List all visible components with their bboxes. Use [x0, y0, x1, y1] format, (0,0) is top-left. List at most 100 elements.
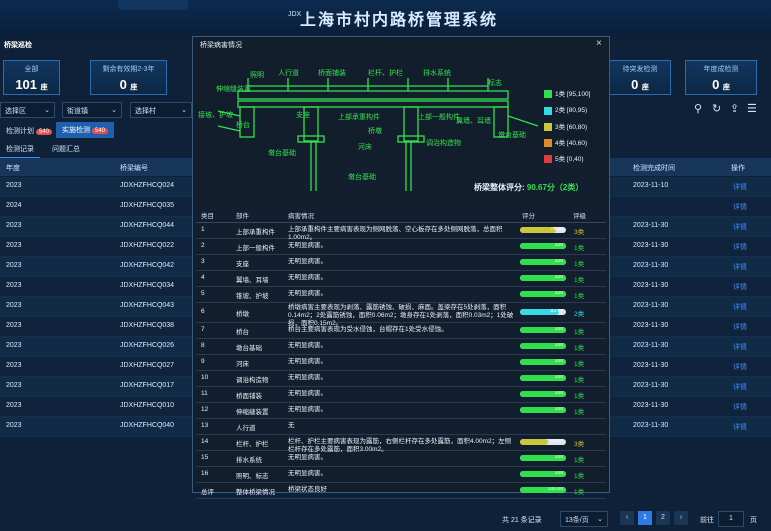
detail-link[interactable]: 详情 [733, 382, 747, 392]
row-grade: 1类 [574, 473, 585, 480]
cell-date: 2023-11-30 [633, 282, 669, 289]
chevron-down-icon: ⌄ [111, 107, 117, 114]
tab-plan[interactable]: 检测计划 540 [0, 123, 58, 139]
detail-link[interactable]: 详情 [733, 422, 747, 432]
diagram-label: 支座 [296, 111, 310, 119]
row-part: 锥坡、护坡 [236, 293, 269, 300]
next-page-button[interactable]: › [674, 511, 688, 525]
score-bar-label: 100 [554, 455, 563, 460]
diagram-label: 桥墩 [368, 127, 382, 135]
score-bar: 78.26 [520, 227, 566, 233]
legend-item: 2类 [80,95) [544, 104, 590, 115]
score-bar-label: 100 [554, 275, 563, 280]
score-bar-label: 61.04 [550, 439, 563, 444]
score-bar-label: 78.26 [550, 227, 563, 232]
row-grade: 2类 [574, 311, 585, 318]
defect-row: 7 桥台 桥台主要病害表现为受水侵蚀，台帽存在1处受水侵蚀。 100 1类 [196, 322, 606, 339]
detail-link[interactable]: 详情 [733, 182, 747, 192]
detail-link[interactable]: 详情 [733, 302, 747, 312]
select-value: 选择村 [135, 108, 156, 115]
detail-link[interactable]: 详情 [733, 202, 747, 212]
diagram-label: 上部承重构件 [338, 113, 380, 121]
close-icon[interactable]: × [596, 38, 602, 49]
stat-card-annual[interactable]: 年度成检测 0 座 [685, 60, 757, 95]
cell-year: 2023 [6, 242, 22, 249]
detail-link[interactable]: 详情 [733, 262, 747, 272]
diagram-label: 人行道 [278, 69, 299, 77]
score-bar-fill [520, 439, 549, 445]
diagram-label: 桥台 [236, 121, 250, 129]
row-part: 上部一般构件 [236, 245, 275, 252]
prev-page-button[interactable]: ‹ [620, 511, 634, 525]
search-icon[interactable]: ⚲ [694, 102, 702, 115]
stat-card-remaining[interactable]: 剩余有效期2-3年 0 座 [90, 60, 167, 95]
system-title: 上海市村内路桥管理系统 [300, 12, 499, 29]
detail-link[interactable]: 详情 [733, 282, 747, 292]
row-part: 河床 [236, 361, 249, 368]
page-unit: 页 [750, 517, 757, 524]
row-index: 2 [201, 242, 205, 249]
detail-link[interactable]: 详情 [733, 242, 747, 252]
cell-code: JDXHZFHCQ038 [120, 322, 175, 329]
subtab-issues[interactable]: 问题汇总 [46, 141, 86, 157]
score-bar: 100 [520, 343, 566, 349]
page-2-button[interactable]: 2 [656, 511, 670, 525]
chevron-down-icon: ⌄ [181, 107, 187, 114]
row-part: 翼墙、耳墙 [236, 277, 269, 284]
select-value: 13条/页 [565, 517, 589, 524]
stat-card-all[interactable]: 全部 101 座 [3, 60, 60, 95]
col-score: 评分 [522, 213, 535, 220]
row-part: 照明、标志 [236, 473, 269, 480]
row-part: 支座 [236, 261, 249, 268]
score-bar: 100 [520, 243, 566, 249]
row-part: 整体桥梁情况 [236, 489, 275, 496]
village-select[interactable]: 选择村 ⌄ [130, 102, 192, 118]
row-part: 上部承重构件 [236, 229, 275, 236]
upload-icon[interactable]: ⇪ [730, 102, 739, 115]
detail-link[interactable]: 详情 [733, 322, 747, 332]
tab-inspection[interactable]: 实施检测 540 [56, 122, 115, 138]
row-part: 桥台 [236, 329, 249, 336]
subtab-records[interactable]: 检测记录 [0, 141, 40, 159]
diagram-label: 墩台基础 [498, 131, 526, 139]
detail-link[interactable]: 详情 [733, 222, 747, 232]
score-bar-label: 100 [554, 243, 563, 248]
cell-code: JDXHZFHCQ044 [120, 222, 175, 229]
diagram-label: 河床 [358, 143, 372, 151]
count-badge: 540 [92, 128, 109, 134]
diagram-label: 翼墙、耳墙 [456, 117, 491, 125]
row-desc: 无明显病害。 [288, 258, 327, 265]
cell-date: 2023-11-30 [633, 342, 669, 349]
score-bar-label: 100 [554, 391, 563, 396]
district-select[interactable]: 选择区 ⌄ [0, 102, 55, 118]
cell-year: 2023 [6, 382, 22, 389]
page-1-button[interactable]: 1 [638, 511, 652, 525]
settings-icon[interactable]: ☰ [747, 102, 757, 115]
defect-row: 3 支座 无明显病害。 100 1类 [196, 254, 606, 271]
goto-page-input[interactable]: 1 [718, 511, 744, 527]
detail-link[interactable]: 详情 [733, 342, 747, 352]
cell-date: 2023-11-30 [633, 242, 669, 249]
row-grade: 3类 [574, 229, 585, 236]
cell-date: 2023-11-30 [633, 402, 669, 409]
detail-link[interactable]: 详情 [733, 402, 747, 412]
defect-row: 16 照明、标志 无明显病害。 100 1类 [196, 466, 606, 483]
detail-link[interactable]: 详情 [733, 362, 747, 372]
legend-label: 1类 [95,100] [555, 91, 591, 98]
row-index: 13 [201, 422, 209, 429]
page-size-select[interactable]: 13条/页 ⌄ [560, 511, 608, 527]
refresh-icon[interactable]: ↻ [712, 102, 721, 115]
cell-code: JDXHZFHCQ035 [120, 202, 175, 209]
row-grade: 1类 [574, 393, 585, 400]
score-bar: 100 [520, 291, 566, 297]
cell-date: 2023-11-30 [633, 302, 669, 309]
defect-row: 15 排水系统 无明显病害。 100 1类 [196, 450, 606, 467]
user-chip[interactable] [118, 0, 188, 10]
street-select[interactable]: 街道镇 ⌄ [62, 102, 122, 118]
stat-card-sudden[interactable]: 待突发检测 0 座 [609, 60, 671, 95]
diagram-label: 桥面铺装 [318, 69, 346, 77]
cell-code: JDXHZFHCQ027 [120, 362, 175, 369]
row-desc: 无明显病害。 [288, 242, 327, 249]
grade-legend: 1类 [95,100] 2类 [80,95) 3类 [60,80) 4类 [40,60… [544, 88, 590, 169]
diagram-label: 上部一般构件 [418, 113, 460, 121]
